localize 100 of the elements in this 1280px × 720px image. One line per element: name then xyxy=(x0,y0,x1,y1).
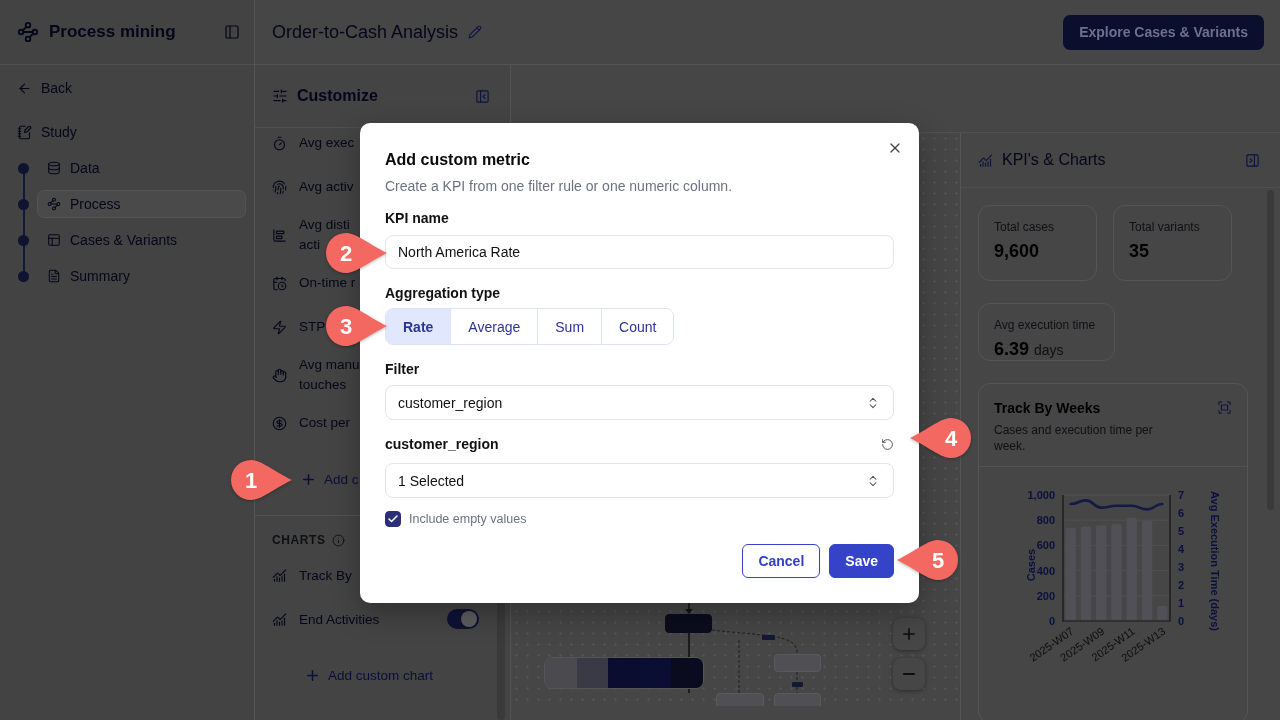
stopwatch-icon xyxy=(272,135,287,151)
plus-icon xyxy=(303,473,314,485)
axis-tick-label: 6 xyxy=(1178,507,1185,519)
field-label: Filter xyxy=(385,360,420,379)
dollar-circle-icon xyxy=(272,415,287,431)
process-node[interactable] xyxy=(774,693,821,706)
axis-title: Cases xyxy=(1025,548,1037,582)
layout-icon xyxy=(47,233,61,247)
axis-title: Avg Execution Time (days) xyxy=(1209,491,1221,631)
axis-tick-label: 200 xyxy=(1036,589,1055,602)
explore-button[interactable]: Explore Cases & Variants xyxy=(1063,14,1264,50)
nodes-logo-icon xyxy=(17,21,39,43)
segment-option[interactable]: Rate xyxy=(386,309,451,344)
cancel-button[interactable]: Cancel xyxy=(742,544,821,578)
kpi-unit: days xyxy=(1034,342,1064,358)
pencil-icon[interactable] xyxy=(468,25,483,39)
axis-tick-label: 400 xyxy=(1036,564,1055,577)
plus-icon xyxy=(307,669,318,681)
collapse-panel-icon[interactable] xyxy=(1245,152,1260,168)
field-label: Aggregation type xyxy=(385,284,501,303)
chart-icon xyxy=(272,567,287,583)
step-dot xyxy=(18,162,29,174)
chart-icon xyxy=(978,152,993,168)
dialog-description: Create a KPI from one filter rule or one numeric column. xyxy=(385,177,734,196)
step-dot xyxy=(18,234,29,246)
metric-label: STP xyxy=(299,318,326,336)
scale-segment xyxy=(608,658,640,688)
zoom-out-button[interactable] xyxy=(893,658,925,690)
check-icon xyxy=(387,513,399,525)
kpi-value: 35 xyxy=(1129,241,1150,262)
fullscreen-icon[interactable] xyxy=(1217,400,1232,415)
document-icon xyxy=(47,269,61,283)
field-label: customer_region xyxy=(385,435,499,454)
panel-title: KPI's & Charts xyxy=(1002,151,1107,169)
metric-label: Avg manu xyxy=(299,356,360,374)
step-callout: 2 xyxy=(325,232,387,274)
calendar-clock-icon xyxy=(272,275,287,291)
dialog-title: Add custom metric xyxy=(385,150,531,170)
minus-icon xyxy=(903,673,915,675)
panel-title: Customize xyxy=(297,87,379,105)
edge-label-chip xyxy=(762,635,775,640)
axis-tick-label: 2 xyxy=(1178,579,1185,591)
edge-arrow xyxy=(685,601,693,614)
axis-tick-label: 7 xyxy=(1178,489,1185,501)
segment-option[interactable]: Count xyxy=(601,309,674,344)
step-dot xyxy=(18,270,29,282)
rotate-ccw-icon[interactable] xyxy=(881,437,894,451)
kpi-name-input[interactable]: North America Rate xyxy=(385,235,894,269)
scale-segment xyxy=(576,658,609,688)
axis-tick-label: 5 xyxy=(1178,525,1185,537)
edge-label-chip xyxy=(792,682,803,687)
collapse-panel-icon[interactable] xyxy=(475,88,490,104)
metric-label: Avg activ xyxy=(299,178,354,196)
chart-label: Track By xyxy=(299,567,352,583)
kpi-value: 6.39 xyxy=(994,339,1030,360)
axis-tick-label: 0 xyxy=(1048,615,1055,627)
values-select[interactable]: 1 Selected xyxy=(385,463,894,498)
plus-icon xyxy=(903,628,915,640)
axis-tick-label: 4 xyxy=(1178,543,1185,555)
info-icon xyxy=(331,533,345,547)
process-node[interactable] xyxy=(665,614,712,633)
app-name: Process mining xyxy=(49,22,177,42)
scale-segment xyxy=(671,658,703,688)
toggle-switch[interactable] xyxy=(447,609,479,629)
nodes-icon xyxy=(47,197,61,211)
process-node[interactable] xyxy=(716,693,764,706)
notebook-icon xyxy=(17,124,32,140)
axis-tick-label: 1,000 xyxy=(1027,489,1055,501)
filter-select[interactable]: customer_region xyxy=(385,385,894,420)
sliders-icon xyxy=(272,88,288,104)
step-callout: 1 xyxy=(230,459,292,501)
scale-segment xyxy=(639,658,672,688)
checkbox[interactable] xyxy=(385,511,401,527)
chart-icon xyxy=(272,611,287,627)
zoom-in-button[interactable] xyxy=(893,618,925,650)
database-icon xyxy=(47,161,61,175)
fingerprint-icon xyxy=(272,179,287,195)
sidebar-toggle-icon[interactable] xyxy=(224,24,240,40)
save-button[interactable]: Save xyxy=(829,544,894,578)
chart-label: End Activities xyxy=(299,611,380,627)
metric-label: Cost per xyxy=(299,414,351,432)
lightning-icon xyxy=(272,319,287,335)
step-callout: 5 xyxy=(897,539,959,581)
hand-icon xyxy=(272,367,287,383)
metric-label: acti xyxy=(299,236,320,254)
checkbox-label: Include empty values xyxy=(409,512,527,526)
chart-bar xyxy=(1157,605,1168,621)
step-callout: 4 xyxy=(910,417,972,459)
step-dot xyxy=(18,198,29,210)
page-title: Order-to-Cash Analysis xyxy=(272,21,459,43)
metric-label: Avg disti xyxy=(299,216,350,234)
bar-chart-icon xyxy=(272,227,287,243)
kpi-value: 9,600 xyxy=(994,241,1040,262)
axis-tick-label: 3 xyxy=(1178,561,1185,573)
metric-label: touches xyxy=(299,376,347,394)
axis-tick-label: 0 xyxy=(1178,615,1185,627)
field-label: KPI name xyxy=(385,209,449,228)
axis-tick-label: 800 xyxy=(1036,514,1055,527)
process-node[interactable] xyxy=(774,654,821,672)
axis-tick-label: 1 xyxy=(1178,597,1185,609)
